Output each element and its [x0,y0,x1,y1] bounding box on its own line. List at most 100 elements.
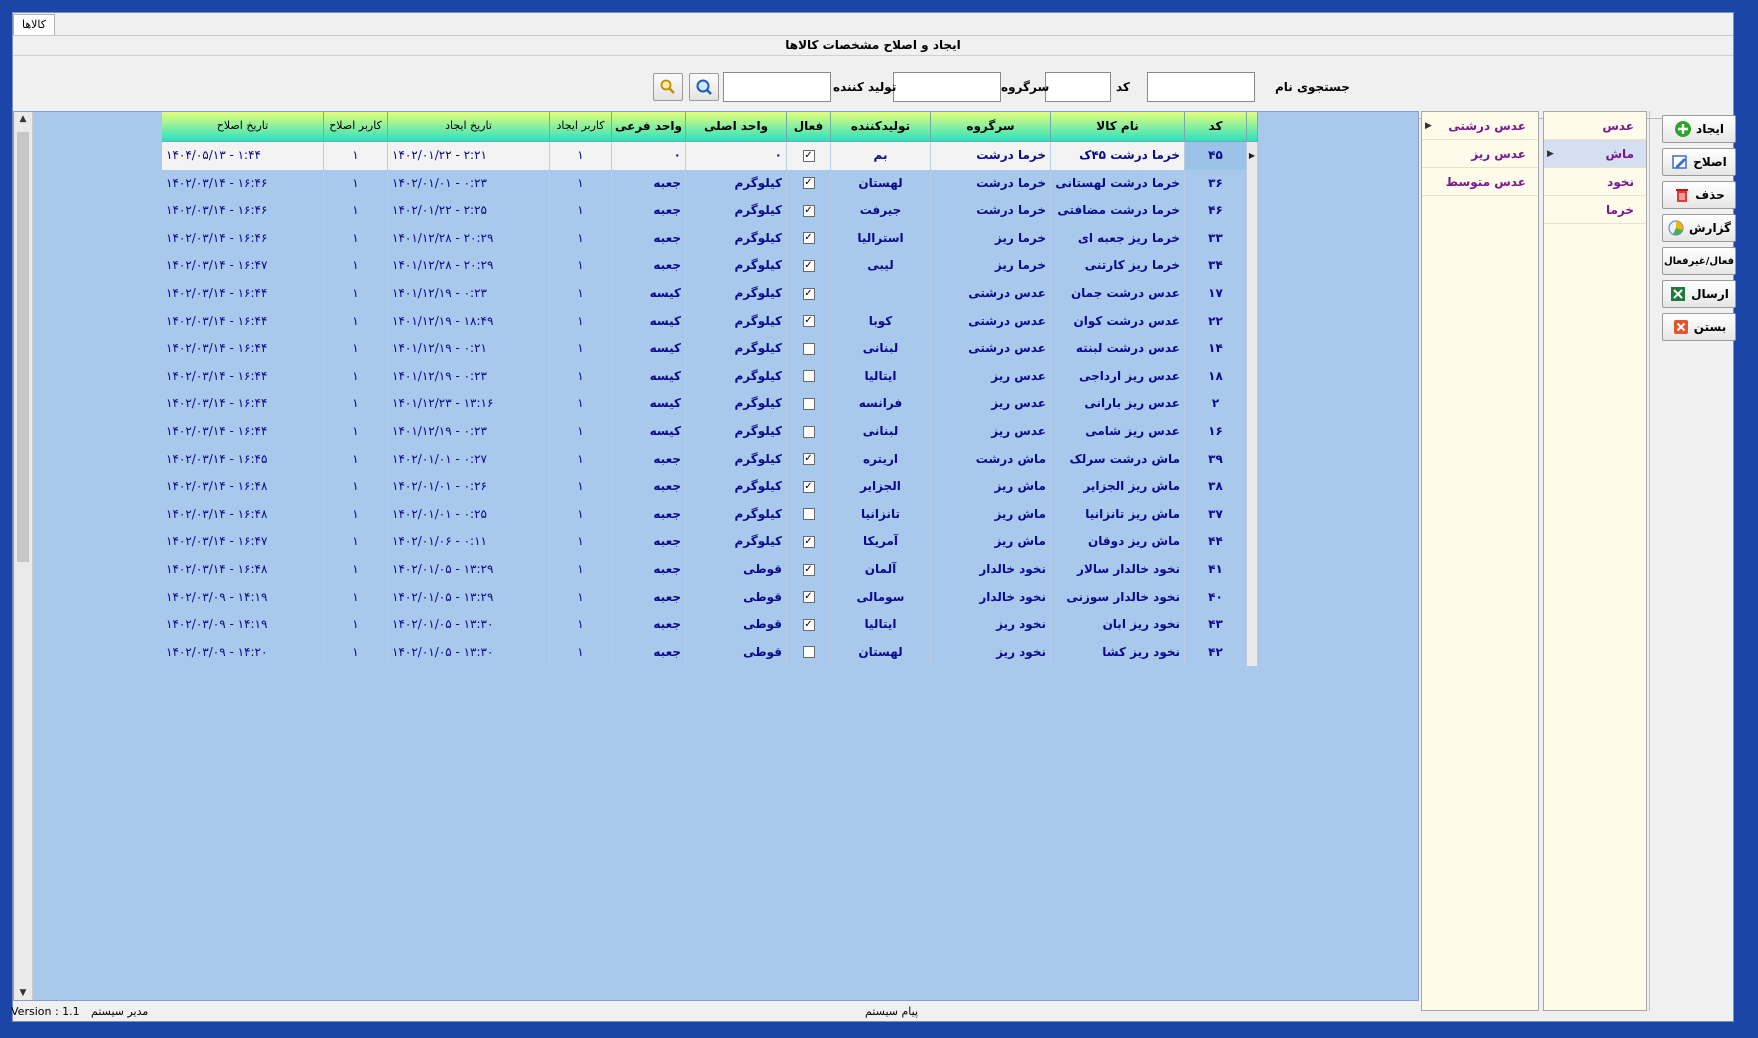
table-row[interactable]: ۱۴ عدس درشت لبنته عدس درشتی لبنانی کیلوگرم کی… [14,335,1264,366]
create-button[interactable]: ایجاد [1662,115,1736,143]
cell-name: ماش ریز دوقان [1051,528,1185,556]
checkbox-unchecked-icon[interactable] [802,425,815,438]
row-selector[interactable] [1247,307,1258,336]
table-row[interactable]: ۴۵ خرما درشت ۴۵ک خرما درشت بم ✓ ۰ ۰ ۱ ۱۴۰۲/۰۱/۲۲… [14,142,1264,173]
checkbox-checked-icon[interactable]: ✓ [802,232,815,245]
checkbox-checked-icon[interactable]: ✓ [802,563,815,576]
row-selector[interactable] [1247,556,1258,584]
search-name-input[interactable] [1147,72,1255,102]
checkbox-checked-icon[interactable]: ✓ [802,287,815,300]
checkbox-checked-icon[interactable]: ✓ [802,453,815,466]
table-row[interactable]: ۲ عدس ریز بارانی عدس ریز فرانسه کیلوگرم کیسه ۱… [14,390,1264,421]
category-item[interactable]: ماش [1544,140,1646,168]
delete-button[interactable]: حذف [1662,181,1736,209]
column-header-producer[interactable]: تولیدکننده [831,112,931,142]
table-row[interactable]: ۴۳ نخود ریز ابان نخود ریز ایتالیا ✓ قوطی جعبه ۱… [14,611,1264,642]
close-button[interactable]: بستن [1662,313,1736,341]
row-selector[interactable] [1247,224,1258,253]
scroll-up-icon[interactable]: ▲ [14,114,32,124]
table-row[interactable]: ۱۷ عدس درشت جمان عدس درشتی ✓ کیلوگرم کیسه ۱ ۱۴۰… [14,280,1264,311]
row-selector[interactable] [1247,638,1258,667]
subcategory-item[interactable]: عدس ریز [1422,140,1538,168]
row-selector[interactable] [1247,473,1258,501]
checkbox-checked-icon[interactable]: ✓ [802,204,815,217]
cell-name: عدس درشت جمان [1051,280,1185,308]
row-selector[interactable] [1247,500,1258,529]
search-group-input[interactable] [893,72,1001,102]
checkbox-unchecked-icon[interactable] [802,646,815,659]
column-header-created-at[interactable]: تاریخ ایجاد [388,112,550,142]
category-item[interactable]: خرما [1544,196,1646,224]
current-row-icon[interactable]: ▶ [1247,142,1258,170]
table-row[interactable]: ۴۲ نخود ریز کشا نخود ریز لهستان قوطی جعبه ۱ ۱۴۰… [14,638,1264,670]
row-selector[interactable] [1247,335,1258,363]
table-row[interactable]: ۳۷ ماش ریز تانزانیا ماش ریز تانزانیا کیلوگرم… [14,500,1264,532]
column-header-group[interactable]: سرگروه [931,112,1051,142]
row-selector[interactable] [1247,418,1258,446]
checkbox-checked-icon[interactable]: ✓ [802,177,815,190]
scroll-down-icon[interactable]: ▼ [14,988,32,998]
toggle-active-button[interactable]: فعال/غیرفعال [1662,247,1736,275]
edit-button[interactable]: اصلاح [1662,148,1736,176]
row-selector[interactable] [1247,362,1258,391]
category-item[interactable]: نخود [1544,168,1646,196]
column-header-edited-at[interactable]: تاریخ اصلاح [162,112,324,142]
column-header-created-by[interactable]: کاربر ایجاد [550,112,612,142]
tab-products[interactable]: کالاها [13,14,56,35]
row-selector[interactable] [1247,197,1258,225]
table-row[interactable]: ۳۴ خرما ریز کارتنی خرما ریز لیبی ✓ کیلوگرم جعب… [14,252,1264,283]
column-header-sub-unit[interactable]: واحد فرعی [612,112,686,142]
column-header-active[interactable]: فعال [787,112,831,142]
row-selector[interactable] [1247,252,1258,280]
category-item[interactable]: عدس [1544,112,1646,140]
table-row[interactable]: ۴۰ نخود خالدار سوزنی نخود خالدار سومالی ✓ قوط… [14,583,1264,615]
checkbox-checked-icon[interactable]: ✓ [802,315,815,328]
cell-producer [831,280,931,308]
checkbox-unchecked-icon[interactable] [802,508,815,521]
row-selector[interactable] [1247,445,1258,474]
column-header-code[interactable]: کد [1185,112,1247,142]
column-header-edited-by[interactable]: کاربر اصلاح [324,112,388,142]
table-row[interactable]: ۴۶ خرما درشت مضافتی خرما درشت جیرفت ✓ کیلوگرم… [14,197,1264,228]
row-selector[interactable] [1247,390,1258,418]
row-selector[interactable] [1247,583,1258,612]
checkbox-unchecked-icon[interactable] [802,342,815,355]
checkbox-checked-icon[interactable]: ✓ [802,149,815,162]
row-selector[interactable] [1247,169,1258,198]
table-row[interactable]: ۴۱ نخود خالدار سالار نخود خالدار آلمان ✓ قوطی… [14,556,1264,587]
cell-code: ۴۶ [1185,197,1247,225]
row-selector[interactable] [1247,280,1258,308]
table-row[interactable]: ۴۴ ماش ریز دوقان ماش ریز آمریکا ✓ کیلوگرم جعبه… [14,528,1264,559]
row-selector[interactable] [1247,528,1258,556]
table-row[interactable]: ۳۳ خرما ریز جعبه ای خرما ریز استرالیا ✓ کیلوگ… [14,224,1264,256]
table-row[interactable]: ۱۶ عدس ریز شامی عدس ریز لبنانی کیلوگرم کیسه ۱ ۱… [14,418,1264,449]
checkbox-checked-icon[interactable]: ✓ [802,480,815,493]
search-producer-input[interactable] [723,72,831,102]
search-code-input[interactable] [1045,72,1111,102]
table-row[interactable]: ۳۶ خرما درشت لهستانی خرما درشت لهستان ✓ کیلوگ… [14,169,1264,201]
table-row[interactable]: ۳۹ ماش درشت سرلک ماش درشت اریتره ✓ کیلوگرم جعب… [14,445,1264,477]
category-tree: عدس ماش ▶ نخود خرما [1543,111,1647,1011]
cell-producer: استرالیا [831,224,931,253]
send-button[interactable]: ارسال [1662,280,1736,308]
table-row[interactable]: ۱۸ عدس ریز ارداجی عدس ریز ایتالیا کیلوگرم کیس… [14,362,1264,394]
checkbox-checked-icon[interactable]: ✓ [802,259,815,272]
row-selector[interactable] [1247,611,1258,639]
cell-edited-by: ۱ [324,611,388,639]
search-button[interactable] [689,73,719,101]
column-header-name[interactable]: نام کالا [1051,112,1185,142]
checkbox-unchecked-icon[interactable] [802,397,815,410]
subcategory-item[interactable]: عدس درشتی [1422,112,1538,140]
cell-created-at: ۱۴۰۲/۰۱/۲۲ - ۲:۲۱ [388,142,550,170]
column-header-main-unit[interactable]: واحد اصلی [686,112,787,142]
table-row[interactable]: ۳۸ ماش ریز الجزایر ماش ریز الجزایر ✓ کیلوگرم ج… [14,473,1264,504]
report-button[interactable]: گزارش [1662,214,1736,242]
subcategory-item[interactable]: عدس متوسط [1422,168,1538,196]
table-row[interactable]: ۲۲ عدس درشت کوان عدس درشتی کوبا ✓ کیلوگرم کیسه… [14,307,1264,339]
clear-search-button[interactable] [653,73,683,101]
checkbox-checked-icon[interactable]: ✓ [802,591,815,604]
checkbox-checked-icon[interactable]: ✓ [802,535,815,548]
cell-main-unit: قوطی [686,638,787,667]
checkbox-unchecked-icon[interactable] [802,370,815,383]
checkbox-checked-icon[interactable]: ✓ [802,618,815,631]
